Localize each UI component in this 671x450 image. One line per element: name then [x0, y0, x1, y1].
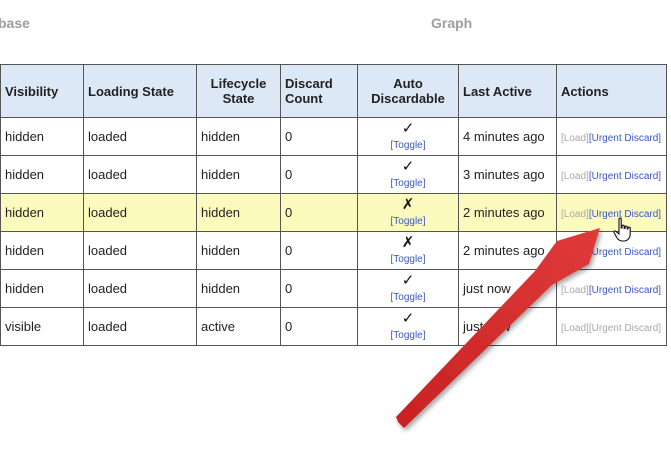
cell-auto-discardable: ✓ [Toggle]	[357, 269, 459, 308]
table-row: hidden loaded hidden 0 ✗ [Toggle] 2 minu…	[0, 231, 667, 270]
table-row: hidden loaded hidden 0 ✗ [Toggle] 2 minu…	[0, 193, 667, 232]
load-link[interactable]: [Load]	[561, 323, 589, 334]
page: base Graph Visibility Loading State Life…	[0, 0, 671, 450]
cell-last-active: just now	[458, 269, 557, 308]
auto-discardable-mark-icon: ✗	[401, 234, 415, 251]
header-auto-line1: Auto	[393, 76, 423, 91]
cell-lifecycle-state: hidden	[196, 193, 281, 232]
cell-visibility: hidden	[0, 193, 84, 232]
header-discard-line1: Discard	[285, 76, 333, 91]
urgent-discard-link[interactable]: [Urgent Discard]	[589, 323, 661, 334]
load-link[interactable]: [Load]	[561, 133, 589, 144]
cell-discard-count: 0	[280, 117, 358, 156]
auto-discardable-mark-icon: ✓	[401, 120, 415, 137]
cell-visibility: visible	[0, 307, 84, 346]
cell-loading-state: loaded	[83, 307, 197, 346]
header-discard-line2: Count	[285, 91, 323, 106]
table-body: hidden loaded hidden 0 ✓ [Toggle] 4 minu…	[0, 117, 667, 346]
cell-loading-state: loaded	[83, 269, 197, 308]
urgent-discard-link[interactable]: [Urgent Discard]	[589, 133, 661, 144]
header-last-active[interactable]: Last Active	[458, 64, 557, 118]
cell-auto-discardable: ✗ [Toggle]	[357, 231, 459, 270]
toggle-link[interactable]: [Toggle]	[362, 330, 454, 342]
cell-visibility: hidden	[0, 269, 84, 308]
cell-visibility: hidden	[0, 231, 84, 270]
cell-loading-state: loaded	[83, 193, 197, 232]
toggle-link[interactable]: [Toggle]	[362, 254, 454, 266]
cell-last-active: just now	[458, 307, 557, 346]
header-lifecycle-state[interactable]: Lifecycle State	[196, 64, 281, 118]
load-link[interactable]: [Load]	[561, 209, 589, 220]
cell-actions: [Load][Urgent Discard]	[556, 269, 667, 308]
cell-auto-discardable: ✓ [Toggle]	[357, 117, 459, 156]
header-discard-count[interactable]: Discard Count	[280, 64, 358, 118]
toggle-link[interactable]: [Toggle]	[362, 140, 454, 152]
cell-lifecycle-state: hidden	[196, 269, 281, 308]
urgent-discard-link[interactable]: [Urgent Discard]	[589, 247, 661, 258]
cell-lifecycle-state: hidden	[196, 231, 281, 270]
table-row: hidden loaded hidden 0 ✓ [Toggle] just n…	[0, 269, 667, 308]
header-lifecycle-line2: State	[222, 91, 255, 106]
cell-loading-state: loaded	[83, 117, 197, 156]
cell-last-active: 3 minutes ago	[458, 155, 557, 194]
auto-discardable-mark-icon: ✓	[401, 272, 415, 289]
header-auto-line2: Discardable	[371, 91, 445, 106]
cell-loading-state: loaded	[83, 231, 197, 270]
header-loading-state[interactable]: Loading State	[83, 64, 197, 118]
cell-actions: [Load][Urgent Discard]	[556, 155, 667, 194]
header-actions: Actions	[556, 64, 667, 118]
tab-graph[interactable]: Graph	[431, 15, 472, 31]
cell-lifecycle-state: hidden	[196, 117, 281, 156]
cell-visibility: hidden	[0, 117, 84, 156]
auto-discardable-mark-icon: ✓	[401, 158, 415, 175]
toggle-link[interactable]: [Toggle]	[362, 178, 454, 190]
load-link[interactable]: [Load]	[561, 171, 589, 182]
cell-last-active: 4 minutes ago	[458, 117, 557, 156]
table-row: hidden loaded hidden 0 ✓ [Toggle] 3 minu…	[0, 155, 667, 194]
cell-actions: [Load][Urgent Discard]	[556, 117, 667, 156]
header-auto-discardable[interactable]: Auto Discardable	[357, 64, 459, 118]
cell-visibility: hidden	[0, 155, 84, 194]
cell-discard-count: 0	[280, 269, 358, 308]
load-link[interactable]: [Load]	[561, 285, 589, 296]
cell-actions: [Load][Urgent Discard]	[556, 307, 667, 346]
urgent-discard-link[interactable]: [Urgent Discard]	[589, 171, 661, 182]
cell-last-active: 2 minutes ago	[458, 193, 557, 232]
cell-auto-discardable: ✗ [Toggle]	[357, 193, 459, 232]
table-header-row: Visibility Loading State Lifecycle State…	[0, 64, 667, 118]
cell-lifecycle-state: active	[196, 307, 281, 346]
cell-discard-count: 0	[280, 193, 358, 232]
cell-auto-discardable: ✓ [Toggle]	[357, 155, 459, 194]
auto-discardable-mark-icon: ✗	[401, 196, 415, 213]
cell-discard-count: 0	[280, 307, 358, 346]
tab-database[interactable]: base	[0, 15, 30, 31]
header-lifecycle-line1: Lifecycle	[210, 76, 267, 91]
toggle-link[interactable]: [Toggle]	[362, 216, 454, 228]
tabs-table: Visibility Loading State Lifecycle State…	[0, 64, 667, 346]
cell-lifecycle-state: hidden	[196, 155, 281, 194]
table-row: visible loaded active 0 ✓ [Toggle] just …	[0, 307, 667, 346]
load-link[interactable]: [Load]	[561, 247, 589, 258]
toggle-link[interactable]: [Toggle]	[362, 292, 454, 304]
table-row: hidden loaded hidden 0 ✓ [Toggle] 4 minu…	[0, 117, 667, 156]
urgent-discard-link[interactable]: [Urgent Discard]	[589, 285, 661, 296]
cell-auto-discardable: ✓ [Toggle]	[357, 307, 459, 346]
auto-discardable-mark-icon: ✓	[401, 310, 415, 327]
hand-pointer-icon	[613, 217, 631, 242]
cell-discard-count: 0	[280, 231, 358, 270]
cell-loading-state: loaded	[83, 155, 197, 194]
cell-last-active: 2 minutes ago	[458, 231, 557, 270]
header-visibility[interactable]: Visibility	[0, 64, 84, 118]
cell-discard-count: 0	[280, 155, 358, 194]
